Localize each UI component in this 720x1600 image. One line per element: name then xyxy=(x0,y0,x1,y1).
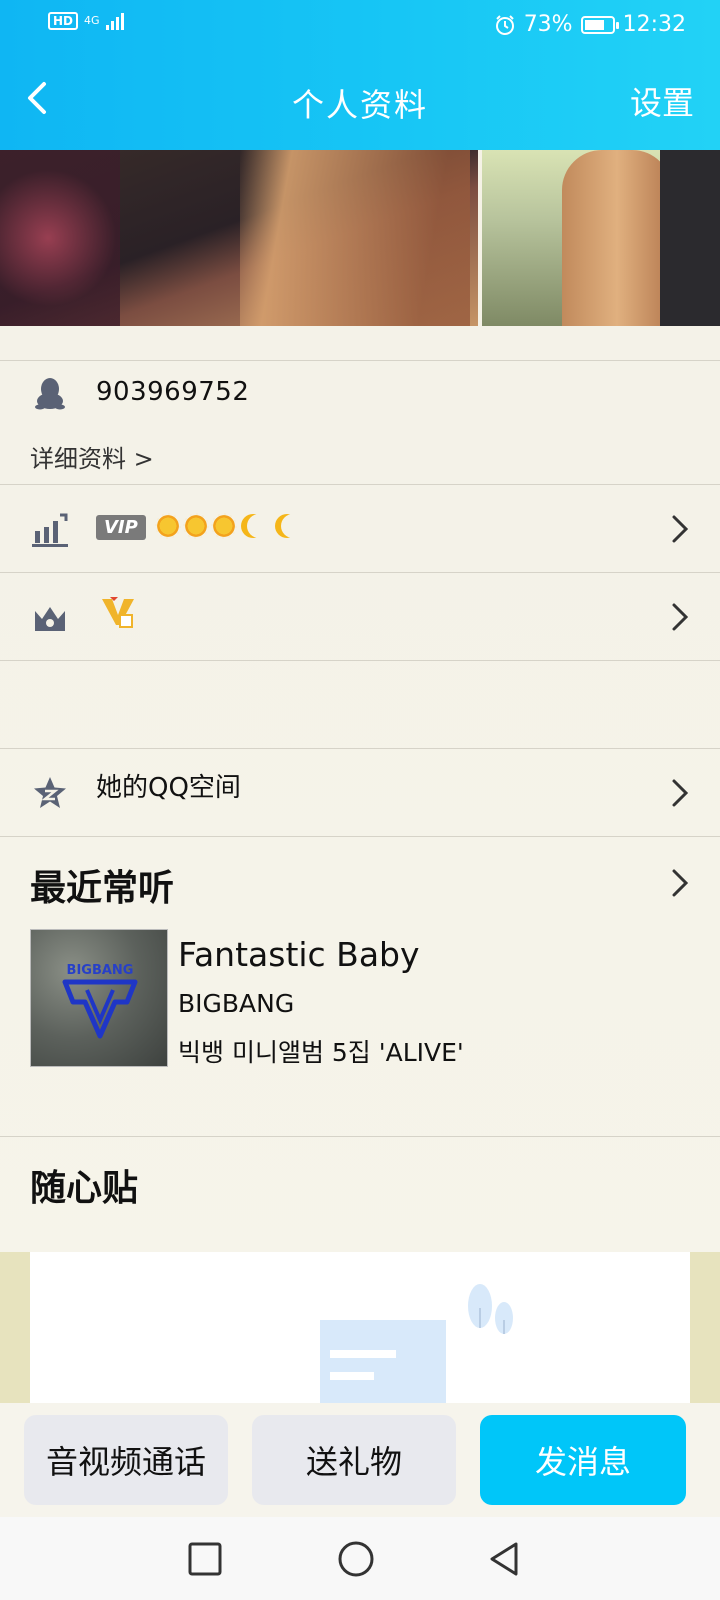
video-call-button[interactable]: 音视频通话 xyxy=(24,1415,228,1505)
sticker-card[interactable] xyxy=(30,1252,690,1406)
song-title: Fantastic Baby xyxy=(178,935,420,974)
empty-sticker-illustration xyxy=(320,1284,513,1406)
song-artist: BIGBANG xyxy=(178,989,295,1018)
battery-icon xyxy=(580,15,619,34)
song-album: 빅뱅 미니앨범 5집 'ALIVE' xyxy=(178,1038,464,1067)
back-triangle-icon[interactable] xyxy=(484,1539,524,1579)
sticker-title: 随心贴 xyxy=(30,1168,139,1209)
page-title: 个人资料 xyxy=(291,86,428,124)
qzone-star-icon xyxy=(34,777,66,808)
qzone-row[interactable]: 她的QQ空间 xyxy=(0,748,720,836)
chevron-right-icon[interactable] xyxy=(670,513,690,545)
send-gift-button[interactable]: 送礼物 xyxy=(252,1415,456,1505)
big-v-icon xyxy=(102,597,134,628)
recents-square-icon[interactable] xyxy=(185,1539,225,1579)
chevron-right-icon[interactable] xyxy=(670,867,690,899)
chevron-right-icon[interactable] xyxy=(670,777,690,809)
recent-music-section[interactable]: 最近常听 BIGBANG Fantastic Baby BIGBANG 빅뱅 미… xyxy=(0,836,720,1136)
vip-badge: VIP xyxy=(96,515,146,540)
moon-level-icon xyxy=(247,514,271,538)
system-nav-bar xyxy=(0,1517,720,1600)
action-bar: 音视频通话 送礼物 发消息 xyxy=(0,1403,720,1517)
crown-icon xyxy=(35,607,65,631)
sticker-section: 随心贴 xyxy=(0,1136,720,1252)
photo-wall[interactable] xyxy=(0,150,720,326)
album-art[interactable]: BIGBANG xyxy=(30,929,168,1067)
sun-level-icon xyxy=(211,513,237,539)
qq-number: 903969752 xyxy=(96,377,250,407)
profile-photo[interactable] xyxy=(0,150,478,326)
clock: 12:32 xyxy=(622,12,686,37)
moon-level-icon xyxy=(281,514,305,538)
send-message-button[interactable]: 发消息 xyxy=(480,1415,686,1505)
profile-photo[interactable] xyxy=(482,150,720,326)
network-type: 4G xyxy=(84,14,100,27)
header-bar: HD 4G 73% 12:32 个人资料 设置 xyxy=(0,0,720,150)
hd-badge: HD xyxy=(48,12,79,30)
status-bar: HD 4G 73% 12:32 xyxy=(0,10,720,40)
home-circle-icon[interactable] xyxy=(336,1539,376,1579)
sun-level-icon xyxy=(155,513,181,539)
alarm-icon xyxy=(495,14,514,35)
qzone-label: 她的QQ空间 xyxy=(96,773,241,803)
signal-icon xyxy=(105,12,124,30)
account-row: 903969752 详细资料 > xyxy=(0,360,720,484)
penguin-icon xyxy=(35,378,65,410)
privilege-row[interactable] xyxy=(0,572,720,660)
sun-level-icon xyxy=(183,513,209,539)
detail-link[interactable]: 详细资料 > xyxy=(30,439,154,474)
bigbang-logo-icon: BIGBANG xyxy=(62,963,138,1039)
sticker-board[interactable] xyxy=(0,1252,720,1406)
svg-text:BIGBANG: BIGBANG xyxy=(67,963,134,978)
recent-music-title: 最近常听 xyxy=(30,868,175,909)
empty-row xyxy=(0,660,720,748)
level-icons xyxy=(155,513,305,539)
settings-button[interactable]: 设置 xyxy=(630,78,694,124)
chevron-right-icon[interactable] xyxy=(670,601,690,633)
vip-row[interactable]: VIP xyxy=(0,484,720,572)
battery-percent: 73% xyxy=(523,12,573,37)
level-chart-icon xyxy=(32,513,68,547)
